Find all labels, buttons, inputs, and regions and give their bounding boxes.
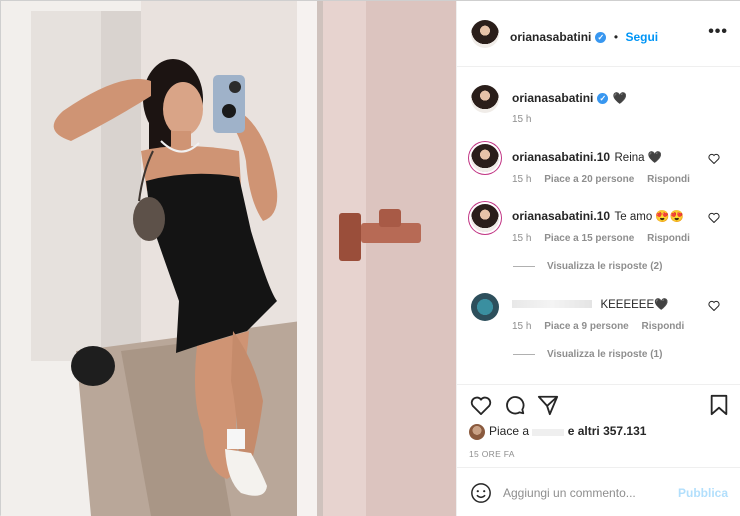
comment-likes-count[interactable]: Piace a 9 persone [544,321,629,332]
view-replies-button[interactable]: Visualizza le risposte (1) [513,349,662,360]
comment-like-heart-icon[interactable] [708,212,720,223]
comment-author[interactable]: orianasabatini.10 [512,150,610,164]
comment-like-heart-icon[interactable] [708,153,720,164]
comment-text: Reina 🖤 [614,152,663,164]
caption-avatar[interactable] [471,85,499,113]
add-comment-bar: Aggiungi un commento... Pubblica [457,467,740,516]
follow-button[interactable]: Segui [625,30,658,44]
view-replies-label: Visualizza le risposte (2) [547,261,663,272]
likes-count[interactable]: e altri 357.131 [568,424,647,438]
caption-line: orianasabatini ✓ 🖤 [512,89,627,107]
comment-time: 15 h [512,321,532,332]
caption-meta: 15 h [512,114,541,125]
share-direct-icon[interactable] [537,394,559,416]
comment-likes-count[interactable]: Piace a 20 persone [544,174,634,185]
blurred-username [512,299,592,308]
comment-avatar[interactable] [471,144,499,172]
comment-line: orianasabatini.10 Reina 🖤 [512,148,662,166]
author-avatar[interactable] [471,20,499,48]
comment-avatar[interactable] [471,204,499,232]
add-comment-input[interactable]: Aggiungi un commento... [503,486,636,500]
blurred-liker-name [532,428,565,436]
more-options-icon[interactable]: ••• [708,24,728,40]
verified-badge-icon: ✓ [595,32,607,43]
comment-line: KEEEEEE🖤 [512,295,668,313]
replies-line-divider [513,353,535,355]
instagram-post-window: orianasabatini ✓ • Segui ••• orianasabati… [0,0,740,516]
comment-time: 15 h [512,233,532,244]
likes-summary[interactable]: Piace a e altri 357.131 [469,424,646,440]
comment-text: Te amo 😍😍 [614,211,685,223]
post-photo[interactable] [1,1,456,516]
photo-illustration [1,1,456,516]
caption-author[interactable]: orianasabatini [512,91,593,105]
emoji-smiley-icon[interactable] [470,482,492,504]
save-bookmark-icon[interactable] [709,394,729,416]
comment-likes-count[interactable]: Piace a 15 persone [544,233,634,244]
caption-time: 15 h [512,114,532,125]
reply-button[interactable]: Rispondi [647,233,690,244]
comment-avatar[interactable] [471,293,499,321]
comments-list[interactable]: orianasabatini ✓ 🖤 15 h orianasabatini.10… [457,68,740,384]
publish-button[interactable]: Pubblica [678,486,728,500]
comment-meta: 15 h Piace a 20 persone Rispondi [512,174,700,185]
verified-badge-icon: ✓ [597,93,609,104]
post-actions: Piace a e altri 357.131 15 ORE FA [457,384,740,466]
reply-button[interactable]: Rispondi [647,174,690,185]
comment-like-heart-icon[interactable] [708,300,720,311]
view-replies-label: Visualizza le risposte (1) [547,349,663,360]
view-replies-button[interactable]: Visualizza le risposte (2) [513,261,662,272]
replies-line-divider [513,265,535,267]
comment-bubble-icon[interactable] [504,394,526,416]
comment-meta: 15 h Piace a 15 persone Rispondi [512,233,700,244]
post-header: orianasabatini ✓ • Segui ••• [457,1,740,67]
comment-author[interactable]: orianasabatini.10 [512,209,610,223]
like-heart-icon[interactable] [470,395,492,415]
author-line: orianasabatini ✓ • Segui [510,28,658,46]
author-username[interactable]: orianasabatini [510,30,591,44]
comment-text: KEEEEEE🖤 [600,299,669,311]
reply-button[interactable]: Rispondi [642,321,685,332]
liker-avatar [469,424,485,440]
post-side-panel: orianasabatini ✓ • Segui ••• orianasabati… [456,1,740,516]
caption-text: 🖤 [612,93,628,105]
likes-prefix: Piace a [489,424,530,439]
post-time-ago[interactable]: 15 ORE FA [469,449,515,459]
comment-meta: 15 h Piace a 9 persone Rispondi [512,321,694,332]
comment-line: orianasabatini.10 Te amo 😍😍 [512,207,684,225]
comment-time: 15 h [512,174,532,185]
separator-dot: • [613,30,619,44]
